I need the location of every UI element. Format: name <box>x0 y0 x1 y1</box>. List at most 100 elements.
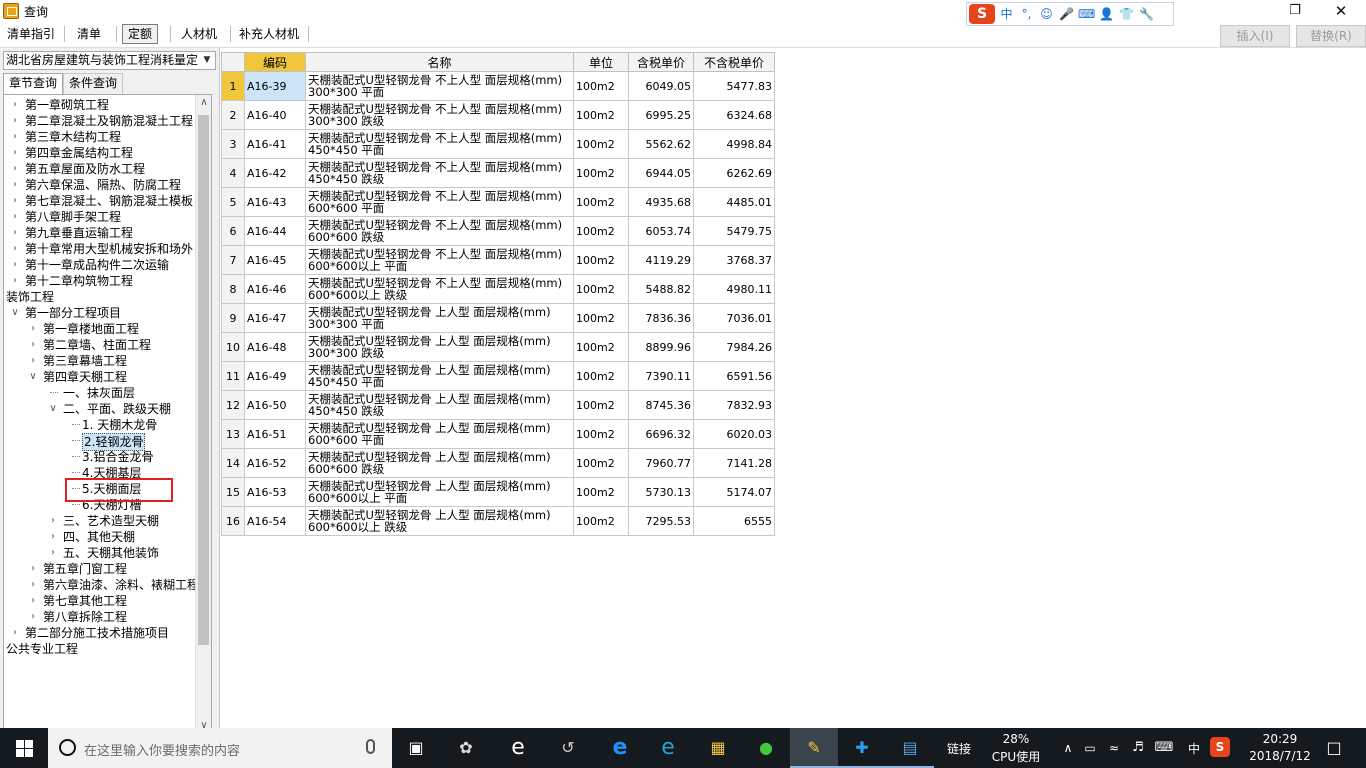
collapse-icon[interactable]: ∨ <box>48 401 58 417</box>
row-number[interactable]: 15 <box>221 477 245 507</box>
tab-quota[interactable]: 定额 <box>122 24 159 44</box>
clock-date[interactable]: 2018/7/12 <box>1244 749 1316 763</box>
cell-name[interactable]: 天棚装配式U型轻钢龙骨 不上人型 面层规格(mm) 600*600以上 跌级 <box>305 274 574 304</box>
cell-code[interactable]: A16-48 <box>244 332 306 362</box>
tab-condition-query[interactable]: 条件查询 <box>63 73 124 94</box>
cell-code[interactable]: A16-46 <box>244 274 306 304</box>
expand-icon[interactable]: › <box>28 321 38 337</box>
cell-name[interactable]: 天棚装配式U型轻钢龙骨 上人型 面层规格(mm) 600*600 平面 <box>305 419 574 449</box>
expand-icon[interactable]: › <box>28 561 38 577</box>
cell-name[interactable]: 天棚装配式U型轻钢龙骨 不上人型 面层规格(mm) 600*600以上 平面 <box>305 245 574 275</box>
cell-code[interactable]: A16-50 <box>244 390 306 420</box>
clock-time[interactable]: 20:29 <box>1250 732 1310 746</box>
cell-price-notax[interactable]: 6262.69 <box>693 158 775 188</box>
cell-price-tax[interactable]: 8899.96 <box>628 332 694 362</box>
cell-code[interactable]: A16-49 <box>244 361 306 391</box>
app-swirl-icon[interactable]: ↺ <box>556 736 580 760</box>
tab-list-guide[interactable]: 清单指引 <box>2 24 60 44</box>
table-row[interactable]: 6 A16-44 天棚装配式U型轻钢龙骨 不上人型 面层规格(mm) 600*600… <box>221 216 775 246</box>
column-header-name[interactable]: 名称 <box>305 52 574 72</box>
cell-price-tax[interactable]: 8745.36 <box>628 390 694 420</box>
expand-icon[interactable]: › <box>10 193 20 209</box>
row-number[interactable]: 11 <box>221 361 245 391</box>
cell-name[interactable]: 天棚装配式U型轻钢龙骨 不上人型 面层规格(mm) 450*450 跌级 <box>305 158 574 188</box>
cell-price-notax[interactable]: 4998.84 <box>693 129 775 159</box>
expand-icon[interactable]: › <box>10 257 20 273</box>
taskbar-search-box[interactable]: 在这里输入你要搜索的内容 <box>48 728 392 768</box>
cell-name[interactable]: 天棚装配式U型轻钢龙骨 上人型 面层规格(mm) 600*600以上 平面 <box>305 477 574 507</box>
expand-icon[interactable]: › <box>28 577 38 593</box>
table-row[interactable]: 16 A16-54 天棚装配式U型轻钢龙骨 上人型 面层规格(mm) 600*600… <box>221 506 775 536</box>
ie-edge-legacy-icon[interactable]: e <box>506 736 530 760</box>
table-row[interactable]: 7 A16-45 天棚装配式U型轻钢龙骨 不上人型 面层规格(mm) 600*600… <box>221 245 775 275</box>
notification-icon[interactable]: □ <box>1322 736 1346 760</box>
task-view-icon[interactable]: ▣ <box>404 736 428 760</box>
wifi-icon[interactable]: ≈ <box>1102 736 1126 760</box>
expand-icon[interactable]: › <box>10 145 20 161</box>
tab-supplement-material[interactable]: 补充人材机 <box>234 24 304 44</box>
sogou-tray-icon[interactable]: S <box>1210 737 1230 757</box>
cell-code[interactable]: A16-39 <box>244 71 306 101</box>
tray-expand-icon[interactable]: ∧ <box>1056 736 1080 760</box>
volume-icon[interactable]: ♬ <box>1126 736 1150 760</box>
cell-name[interactable]: 天棚装配式U型轻钢龙骨 不上人型 面层规格(mm) 450*450 平面 <box>305 129 574 159</box>
app-blue-plus-icon[interactable]: ✚ <box>850 736 874 760</box>
cell-price-notax[interactable]: 4980.11 <box>693 274 775 304</box>
expand-icon[interactable]: › <box>28 337 38 353</box>
windows-start-icon[interactable] <box>0 728 48 768</box>
ime-keyboard-icon[interactable]: ⌨ <box>1078 4 1095 24</box>
battery-icon[interactable]: ▭ <box>1078 736 1102 760</box>
cell-unit[interactable]: 100m2 <box>573 477 629 507</box>
cell-unit[interactable]: 100m2 <box>573 129 629 159</box>
expand-icon[interactable]: › <box>10 161 20 177</box>
restore-button[interactable]: ❐ <box>1272 0 1318 22</box>
row-number[interactable]: 13 <box>221 419 245 449</box>
cell-price-tax[interactable]: 6049.05 <box>628 71 694 101</box>
cell-price-tax[interactable]: 6995.25 <box>628 100 694 130</box>
cell-price-tax[interactable]: 7390.11 <box>628 361 694 391</box>
cell-code[interactable]: A16-47 <box>244 303 306 333</box>
cell-name[interactable]: 天棚装配式U型轻钢龙骨 上人型 面层规格(mm) 450*450 平面 <box>305 361 574 391</box>
cell-price-tax[interactable]: 5562.62 <box>628 129 694 159</box>
collapse-icon[interactable]: ∨ <box>28 369 38 385</box>
expand-icon[interactable]: › <box>48 513 58 529</box>
cell-name[interactable]: 天棚装配式U型轻钢龙骨 不上人型 面层规格(mm) 300*300 平面 <box>305 71 574 101</box>
cell-code[interactable]: A16-44 <box>244 216 306 246</box>
ime-emoji-icon[interactable]: ☺ <box>1038 4 1055 24</box>
app-window-icon[interactable]: ▤ <box>898 736 922 760</box>
cell-code[interactable]: A16-53 <box>244 477 306 507</box>
table-row[interactable]: 9 A16-47 天棚装配式U型轻钢龙骨 上人型 面层规格(mm) 300*300 … <box>221 303 775 333</box>
table-row[interactable]: 5 A16-43 天棚装配式U型轻钢龙骨 不上人型 面层规格(mm) 600*600… <box>221 187 775 217</box>
cell-price-tax[interactable]: 6944.05 <box>628 158 694 188</box>
internet-explorer-icon[interactable]: e <box>656 736 680 760</box>
cell-price-notax[interactable]: 4485.01 <box>693 187 775 217</box>
expand-icon[interactable]: › <box>10 97 20 113</box>
row-number[interactable]: 6 <box>221 216 245 246</box>
table-row[interactable]: 15 A16-53 天棚装配式U型轻钢龙骨 上人型 面层规格(mm) 600*600… <box>221 477 775 507</box>
expand-icon[interactable]: › <box>10 113 20 129</box>
cell-unit[interactable]: 100m2 <box>573 100 629 130</box>
ime-skin-icon[interactable]: 👕 <box>1118 4 1135 24</box>
cell-price-notax[interactable]: 6555 <box>693 506 775 536</box>
cell-unit[interactable]: 100m2 <box>573 71 629 101</box>
cell-code[interactable]: A16-51 <box>244 419 306 449</box>
quota-app-icon[interactable]: ✎ <box>802 736 826 760</box>
table-row[interactable]: 3 A16-41 天棚装配式U型轻钢龙骨 不上人型 面层规格(mm) 450*450… <box>221 129 775 159</box>
app-green-icon[interactable]: ● <box>754 736 778 760</box>
cell-price-notax[interactable]: 5174.07 <box>693 477 775 507</box>
expand-icon[interactable]: › <box>10 129 20 145</box>
expand-icon[interactable]: › <box>10 177 20 193</box>
table-row[interactable]: 4 A16-42 天棚装配式U型轻钢龙骨 不上人型 面层规格(mm) 450*450… <box>221 158 775 188</box>
row-number[interactable]: 14 <box>221 448 245 478</box>
row-number[interactable]: 16 <box>221 506 245 536</box>
cell-code[interactable]: A16-54 <box>244 506 306 536</box>
expand-icon[interactable]: › <box>10 209 20 225</box>
row-number[interactable]: 5 <box>221 187 245 217</box>
expand-icon[interactable]: › <box>10 225 20 241</box>
library-select[interactable]: 湖北省房屋建筑与装饰工程消耗量定 ▼ <box>3 51 216 70</box>
cell-price-notax[interactable]: 7832.93 <box>693 390 775 420</box>
table-row[interactable]: 8 A16-46 天棚装配式U型轻钢龙骨 不上人型 面层规格(mm) 600*600… <box>221 274 775 304</box>
cell-price-notax[interactable]: 7984.26 <box>693 332 775 362</box>
cell-price-notax[interactable]: 5477.83 <box>693 71 775 101</box>
expand-icon[interactable]: › <box>28 609 38 625</box>
